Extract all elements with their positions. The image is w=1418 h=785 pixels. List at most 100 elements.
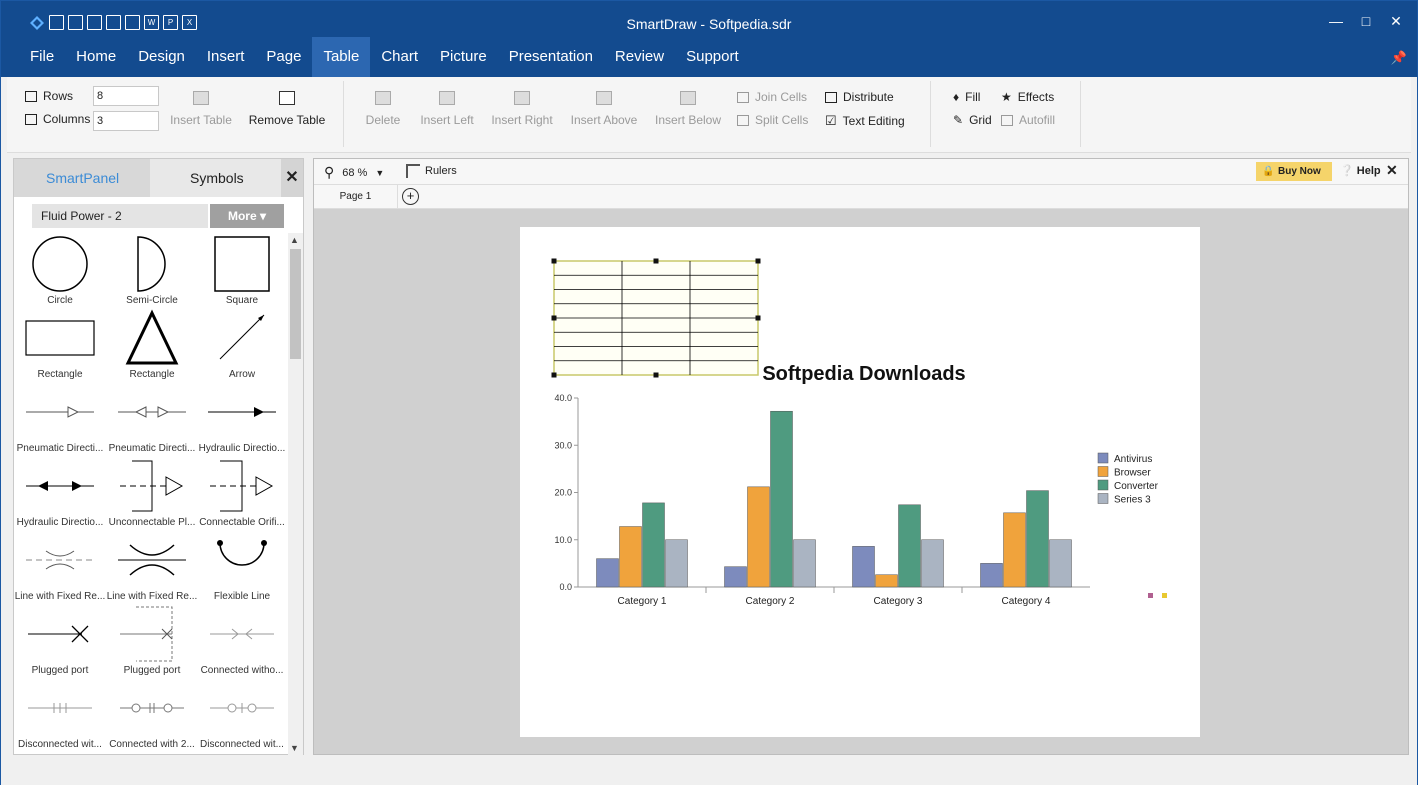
shape-item[interactable]: Pneumatic Directi...: [14, 381, 106, 455]
tab-symbols[interactable]: Symbols: [190, 170, 244, 186]
bar-chart[interactable]: Softpedia Downloads 0.0 10.0 20.0 30.0 40.0 C…: [554, 363, 1167, 607]
shape-item[interactable]: Hydraulic Directio...: [196, 381, 288, 455]
bar-converter[interactable]: [898, 504, 921, 588]
menu-support[interactable]: Support: [675, 37, 750, 77]
help-button[interactable]: ❔ Help: [1340, 164, 1381, 177]
bar-antivirus[interactable]: [724, 566, 747, 588]
bar-series-3[interactable]: [665, 539, 688, 588]
shape-item[interactable]: Disconnected wit...: [196, 677, 288, 751]
delete-button[interactable]: Delete: [359, 91, 407, 127]
chart-marker-icon[interactable]: [1148, 593, 1153, 598]
tab-smartpanel[interactable]: SmartPanel: [14, 159, 150, 197]
selection-handle[interactable]: [551, 372, 557, 378]
bar-browser[interactable]: [747, 486, 770, 588]
insert-table-button[interactable]: Insert Table: [167, 91, 235, 127]
shape-item[interactable]: Hydraulic Directio...: [14, 455, 106, 529]
zoom-control[interactable]: ⚲ 68 % ▼: [324, 164, 384, 181]
join-cells-button[interactable]: Join Cells: [737, 90, 807, 104]
rows-input[interactable]: [93, 86, 159, 106]
menu-insert[interactable]: Insert: [196, 37, 256, 77]
table-object[interactable]: [551, 258, 761, 378]
shape-item[interactable]: Connected with 2...: [106, 677, 198, 751]
scroll-thumb[interactable]: [290, 249, 301, 359]
shape-item[interactable]: Line with Fixed Re...: [14, 529, 106, 603]
shape-item[interactable]: Arrow: [196, 307, 288, 381]
selection-handle[interactable]: [755, 258, 761, 264]
bar-browser[interactable]: [619, 526, 642, 588]
shape-item[interactable]: Square: [196, 233, 288, 307]
more-button[interactable]: More ▾: [210, 204, 284, 228]
menu-review[interactable]: Review: [604, 37, 675, 77]
insert-left-button[interactable]: Insert Left: [417, 91, 477, 127]
menu-picture[interactable]: Picture: [429, 37, 498, 77]
selection-handle[interactable]: [653, 258, 659, 264]
minimize-icon[interactable]: —: [1329, 13, 1343, 30]
shape-item[interactable]: Pneumatic Directi...: [106, 381, 198, 455]
shape-item[interactable]: Circle: [14, 233, 106, 307]
chart-marker-icon[interactable]: [1162, 593, 1167, 598]
shape-item[interactable]: Connected witho...: [196, 603, 288, 677]
menu-file[interactable]: File: [19, 37, 65, 77]
bar-series-3[interactable]: [921, 539, 944, 588]
library-name[interactable]: Fluid Power - 2: [32, 204, 208, 228]
chevron-down-icon[interactable]: ▼: [375, 168, 384, 178]
insert-above-icon: [596, 91, 612, 105]
text-editing-checkbox[interactable]: ☑ Text Editing: [825, 113, 905, 129]
effects-button[interactable]: ★ Effects: [1001, 90, 1054, 104]
panel-scrollbar[interactable]: ▲ ▼: [288, 233, 303, 755]
pin-ribbon-icon[interactable]: 📌: [1391, 50, 1407, 66]
shape-item[interactable]: Rectangle: [106, 307, 198, 381]
menu-home[interactable]: Home: [65, 37, 127, 77]
scroll-up-icon[interactable]: ▲: [290, 235, 299, 245]
grid-button[interactable]: ✎ Grid: [953, 113, 992, 127]
shape-item[interactable]: Disconnected wit...: [14, 677, 106, 751]
split-cells-button[interactable]: Split Cells: [737, 113, 808, 127]
drawing-page[interactable]: Softpedia Downloads 0.0 10.0 20.0 30.0 40.0 C…: [520, 227, 1200, 737]
tab-page-1[interactable]: Page 1: [314, 185, 398, 209]
shape-item[interactable]: Plugged port: [106, 603, 198, 677]
autofill-button[interactable]: Autofill: [1001, 113, 1055, 127]
menu-chart[interactable]: Chart: [370, 37, 429, 77]
menu-design[interactable]: Design: [127, 37, 196, 77]
lock-icon: 🔒: [1262, 166, 1275, 177]
bar-series-3[interactable]: [793, 539, 816, 588]
maximize-icon[interactable]: □: [1359, 13, 1373, 30]
menu-page[interactable]: Page: [255, 37, 312, 77]
menu-table[interactable]: Table: [312, 37, 371, 77]
shape-item[interactable]: Semi-Circle: [106, 233, 198, 307]
shape-item[interactable]: Plugged port: [14, 603, 106, 677]
selection-handle[interactable]: [653, 372, 659, 378]
bar-antivirus[interactable]: [852, 546, 875, 588]
selection-handle[interactable]: [551, 315, 557, 321]
panel-close-icon[interactable]: ✕: [281, 159, 303, 197]
bar-antivirus[interactable]: [980, 563, 1003, 588]
menu-presentation[interactable]: Presentation: [498, 37, 604, 77]
insert-above-button[interactable]: Insert Above: [569, 91, 639, 127]
bar-converter[interactable]: [642, 502, 665, 588]
distribute-button[interactable]: Distribute: [825, 90, 894, 104]
bar-converter[interactable]: [770, 410, 793, 588]
columns-input[interactable]: [93, 111, 159, 131]
canvas-close-icon[interactable]: ✕: [1386, 162, 1398, 179]
bar-series-3[interactable]: [1049, 539, 1072, 588]
close-icon[interactable]: ✕: [1389, 13, 1403, 30]
shape-item[interactable]: Line with Fixed Re...: [106, 529, 198, 603]
remove-table-button[interactable]: Remove Table: [247, 91, 327, 127]
scroll-down-icon[interactable]: ▼: [290, 743, 299, 753]
rulers-toggle[interactable]: Rulers: [406, 164, 457, 178]
shape-item[interactable]: Flexible Line: [196, 529, 288, 603]
fill-button[interactable]: ♦ Fill: [953, 90, 980, 104]
bar-antivirus[interactable]: [596, 558, 619, 588]
bar-browser[interactable]: [875, 574, 898, 588]
insert-below-button[interactable]: Insert Below: [653, 91, 723, 127]
bar-converter[interactable]: [1026, 490, 1049, 588]
insert-right-button[interactable]: Insert Right: [489, 91, 555, 127]
selection-handle[interactable]: [551, 258, 557, 264]
shape-item[interactable]: Connectable Orifi...: [196, 455, 288, 529]
buy-now-button[interactable]: 🔒 Buy Now: [1256, 162, 1332, 181]
shape-item[interactable]: Rectangle: [14, 307, 106, 381]
selection-handle[interactable]: [755, 315, 761, 321]
shape-item[interactable]: Unconnectable Pl...: [106, 455, 198, 529]
add-page-icon[interactable]: +: [402, 188, 419, 205]
bar-browser[interactable]: [1003, 512, 1026, 588]
